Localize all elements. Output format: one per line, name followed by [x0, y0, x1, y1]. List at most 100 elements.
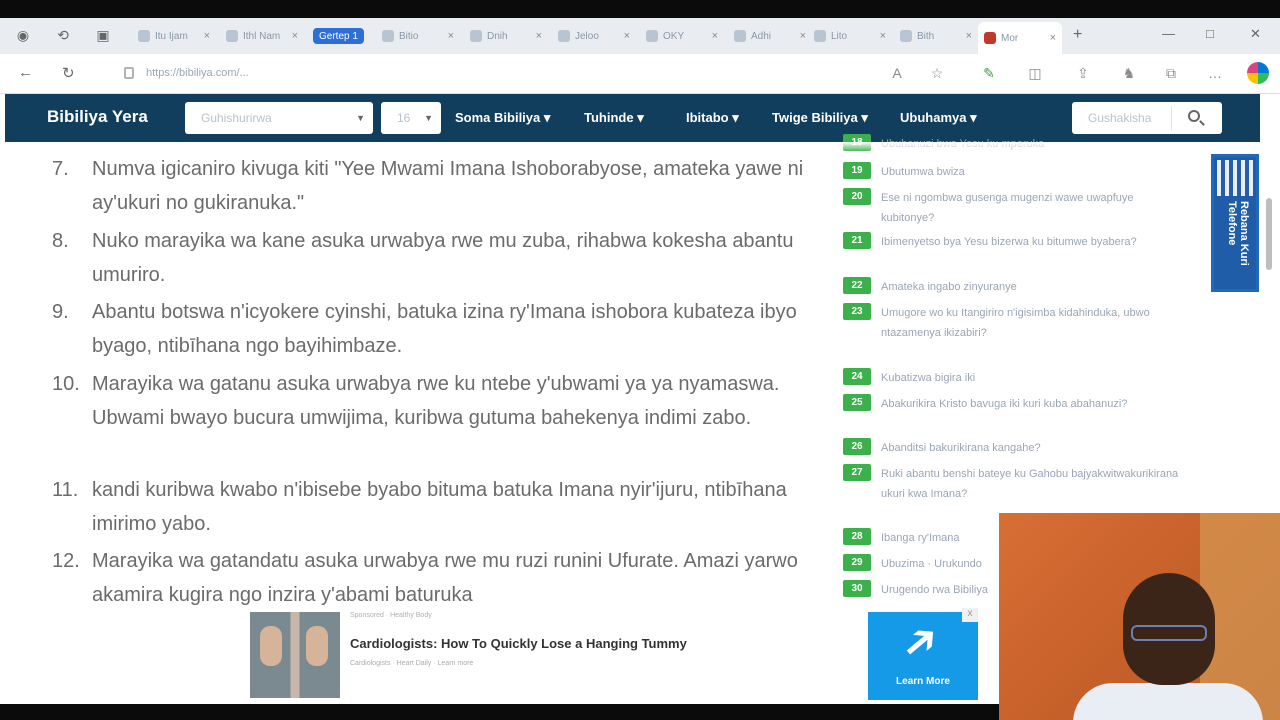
verse-text: kandi kuribwa kwabo n'ibisebe byabo bitu… [92, 479, 787, 535]
topic-link[interactable]: Abakurikira Kristo bavuga iki kuri kuba … [881, 394, 1181, 414]
browser-tab[interactable]: Adhi × [728, 24, 812, 48]
lock-icon [124, 67, 134, 79]
browser-tab-bar: ◉ ⟲ ▣ Itu Ijam × Ithl Nam × Gertep 1 Bitio… [0, 18, 1280, 54]
read-aloud-icon[interactable]: A [888, 64, 906, 82]
page-scrollbar[interactable] [1266, 198, 1272, 270]
browser-tab[interactable]: Bitio × [376, 24, 460, 48]
ad-subtext: Cardiologists · Heart Daily · Learn more [350, 660, 474, 667]
topic-number-badge: 29 [843, 554, 871, 571]
url-field[interactable]: https://bibiliya.com/... [118, 62, 878, 84]
book-select[interactable]: Guhishurirwa ▼ [185, 102, 373, 134]
collections-icon[interactable]: ◫ [1026, 64, 1044, 82]
nav-menu-tuhinde[interactable]: Tuhinde ▾ [584, 110, 644, 126]
close-tab-icon[interactable]: × [448, 30, 454, 42]
close-tab-icon[interactable]: × [712, 30, 718, 42]
close-ad-icon[interactable]: x [962, 608, 978, 622]
close-tab-icon[interactable]: × [1050, 32, 1056, 44]
copilot-icon[interactable] [1247, 62, 1269, 84]
more-options-icon[interactable]: … [1206, 64, 1224, 82]
search-icon[interactable] [1188, 110, 1200, 122]
close-tab-icon[interactable]: × [292, 30, 298, 42]
topic-link[interactable]: Ibimenyetso bya Yesu bizerwa ku bitumwe … [881, 232, 1181, 252]
extension-icon[interactable]: ✎ [980, 64, 998, 82]
profile-icon[interactable]: ◉ [14, 26, 32, 44]
browser-tab-active[interactable]: Mor × [978, 22, 1062, 54]
history-icon[interactable]: ⟲ [54, 26, 72, 44]
chevron-down-icon: ▼ [424, 113, 433, 123]
list-fade [840, 142, 1200, 152]
nav-menu-testimony[interactable]: Ubuhamya ▾ [900, 110, 977, 126]
topic-number-badge: 27 [843, 464, 871, 481]
tab-group-badge[interactable]: Gertep 1 [313, 28, 364, 44]
topic-link[interactable]: Abanditsi bakurikirana kangahe? [881, 438, 1181, 458]
topic-number-badge: 22 [843, 277, 871, 294]
close-tab-icon[interactable]: × [880, 30, 886, 42]
search-input[interactable]: Gushakisha [1088, 111, 1151, 125]
verse-text: Nuko marayika wa kane asuka urwabya rwe … [92, 230, 794, 286]
topic-link[interactable]: Ese ni ngombwa gusenga mugenzi wawe uwap… [881, 188, 1181, 228]
tab-favicon-icon [138, 30, 150, 42]
advertisement-banner[interactable]: Sponsored · Healthy Body Cardiologists: … [250, 608, 978, 700]
ad-image[interactable] [250, 612, 340, 698]
share-icon[interactable]: ⇪ [1074, 64, 1092, 82]
verse-text: Marayika wa gatanu asuka urwabya rwe ku … [92, 373, 780, 429]
browser-tab[interactable]: Ithl Nam × [220, 24, 304, 48]
browser-tab[interactable]: Lito × [808, 24, 892, 48]
topic-link[interactable]: Amateka ingabo zinyuranye [881, 277, 1181, 297]
minimize-icon[interactable]: — [1162, 26, 1175, 41]
chevron-down-icon: ▼ [356, 113, 365, 123]
close-tab-icon[interactable]: × [536, 30, 542, 42]
verse-text: Abantu botswa n'icyokere cyinshi, batuka… [92, 301, 797, 357]
browser-tab[interactable]: Itu Ijam × [132, 24, 216, 48]
topic-number-badge: 21 [843, 232, 871, 249]
site-logo[interactable]: Bibiliya Yera [47, 107, 148, 127]
topic-link[interactable]: Kubatizwa bigira iki [881, 368, 1181, 388]
back-arrow-icon[interactable]: ← [18, 64, 33, 81]
tab-favicon-icon [814, 30, 826, 42]
topic-link[interactable]: Umugore wo ku Itangiriro n'igisimba kida… [881, 303, 1181, 343]
close-window-icon[interactable]: ✕ [1250, 26, 1261, 42]
maximize-icon[interactable]: □ [1206, 26, 1214, 41]
ad-source: Sponsored · Healthy Body [350, 612, 432, 619]
tab-favicon-icon [382, 30, 394, 42]
browser-address-bar: ← ↻ https://bibiliya.com/... A ☆ ✎ ◫ ⇪ ♞… [0, 54, 1280, 94]
arrow-icon: ➔ [890, 610, 950, 673]
nav-menu-books[interactable]: Ibitabo ▾ [686, 110, 739, 126]
tab-favicon-icon [470, 30, 482, 42]
tab-favicon-icon [984, 32, 996, 44]
browser-tab[interactable]: Bith × [894, 24, 978, 48]
verse-number: 7. [52, 158, 69, 180]
close-tab-icon[interactable]: × [800, 30, 806, 42]
verse-number: 8. [52, 230, 69, 252]
nav-menu-read-bible[interactable]: Soma Bibiliya ▾ [455, 110, 550, 126]
verse-number: 11. [52, 479, 79, 501]
topic-number-badge: 30 [843, 580, 871, 597]
refresh-icon[interactable]: ↻ [62, 64, 75, 82]
tab-actions-icon[interactable]: ▣ [94, 26, 112, 44]
browser-tab[interactable]: OKY × [640, 24, 724, 48]
close-tab-icon[interactable]: × [204, 30, 210, 42]
verse-number: 10. [52, 373, 80, 395]
ad-learn-more-button[interactable]: ➔ Learn More [868, 610, 978, 700]
browser-tab[interactable]: Dnih × [464, 24, 548, 48]
site-search[interactable]: Gushakisha [1072, 102, 1222, 134]
topic-link[interactable]: Ruki abantu benshi bateye ku Gahobu bajy… [881, 464, 1181, 504]
nav-menu-study-bible[interactable]: Twige Bibiliya ▾ [772, 110, 868, 126]
qr-code-icon [1217, 160, 1253, 196]
ad-headline[interactable]: Cardiologists: How To Quickly Lose a Han… [350, 636, 687, 651]
topic-number-badge: 23 [843, 303, 871, 320]
browser-tab[interactable]: Jeloo × [552, 24, 636, 48]
browser-essentials-icon[interactable]: ♞ [1120, 64, 1138, 82]
new-tab-icon[interactable]: + [1073, 26, 1082, 44]
tab-favicon-icon [646, 30, 658, 42]
verse-number: 9. [52, 301, 69, 323]
favorite-star-icon[interactable]: ☆ [928, 64, 946, 82]
topic-number-badge: 26 [843, 438, 871, 455]
favorites-icon[interactable]: ⧉ [1162, 64, 1180, 82]
close-tab-icon[interactable]: × [966, 30, 972, 42]
close-tab-icon[interactable]: × [624, 30, 630, 42]
chapter-select[interactable]: 16 ▼ [381, 102, 441, 134]
topic-link[interactable]: Ubutumwa bwiza [881, 162, 1181, 182]
mobile-app-badge[interactable]: Rebana Kuri Telefone [1211, 154, 1259, 292]
mobile-app-label: Rebana Kuri Telefone [1226, 201, 1250, 266]
